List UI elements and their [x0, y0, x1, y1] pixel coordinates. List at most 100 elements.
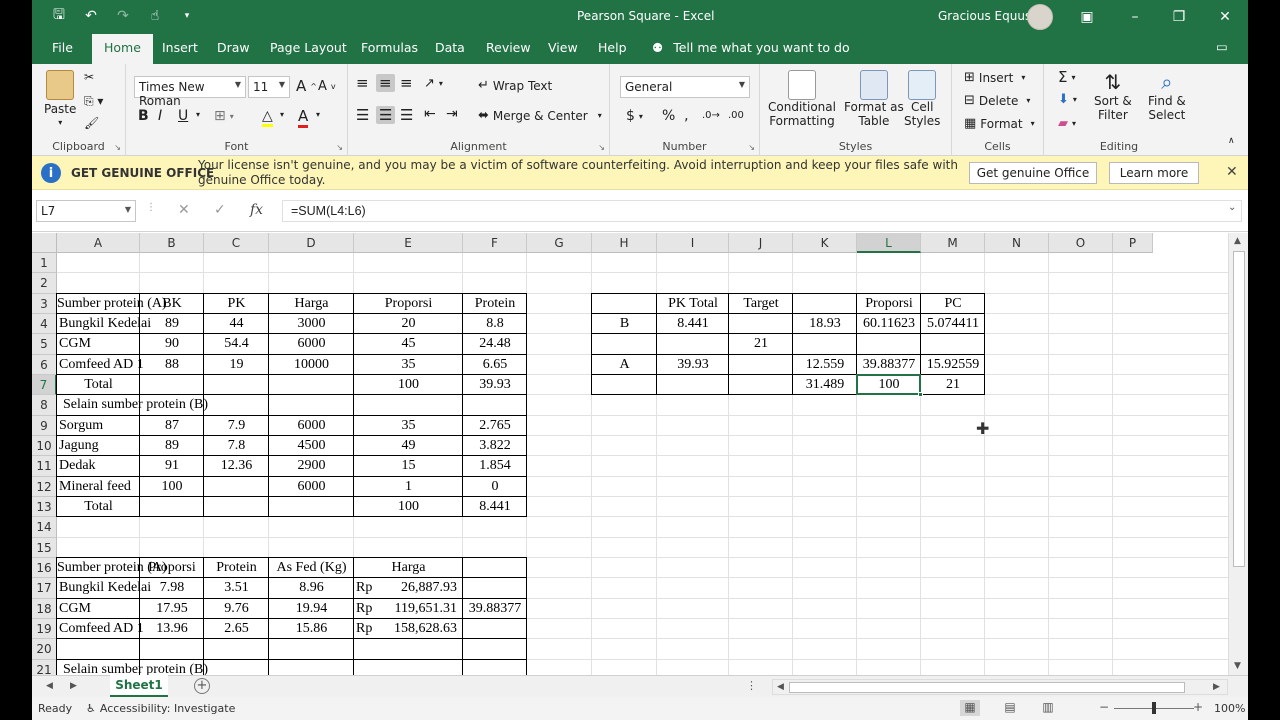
row-header-6[interactable]: 6 — [32, 354, 57, 375]
scroll-up-icon[interactable]: ▲ — [1234, 236, 1241, 246]
cell-h6[interactable]: A — [592, 356, 657, 376]
cell-f4[interactable]: 8.8 — [463, 315, 527, 335]
tab-split-handle-icon[interactable]: ⋮ — [746, 679, 757, 692]
cell-d18[interactable]: 19.94 — [269, 600, 354, 620]
cell-b4[interactable]: 89 — [140, 315, 204, 335]
cell-c5[interactable]: 54.4 — [204, 335, 269, 355]
cell-a3[interactable]: Sumber protein (A) — [57, 295, 167, 315]
cell-f18[interactable]: 39.88377 — [463, 600, 527, 620]
underline-button[interactable]: U — [178, 108, 188, 124]
accessibility-status[interactable]: ♿ Accessibility: Investigate — [86, 702, 235, 715]
learn-more-button[interactable]: Learn more — [1109, 162, 1199, 184]
column-header-h[interactable]: H — [592, 233, 657, 253]
cell-c16[interactable]: Protein — [204, 559, 269, 579]
cell-e3[interactable]: Proporsi — [354, 295, 463, 315]
row-header-18[interactable]: 18 — [32, 598, 57, 619]
merge-center-button[interactable]: ⬌ Merge & Center ▾ — [478, 108, 602, 123]
row-header-4[interactable]: 4 — [32, 313, 57, 335]
conditional-formatting-button[interactable]: Conditional Formatting — [768, 70, 836, 128]
format-cells-button[interactable]: ▦ Format ▾ — [964, 116, 1035, 131]
fill-color-dropdown-icon[interactable]: ▾ — [280, 110, 284, 119]
row-header-5[interactable]: 5 — [32, 334, 57, 355]
prev-sheet-icon[interactable]: ◀ — [46, 681, 53, 691]
tab-file[interactable]: File — [52, 40, 73, 55]
cell-e4[interactable]: 20 — [354, 315, 463, 335]
column-header-e[interactable]: E — [354, 233, 463, 253]
cell-b11[interactable]: 91 — [140, 457, 204, 477]
column-header-l[interactable]: L — [857, 233, 921, 253]
fill-icon[interactable]: ⬇ ▾ — [1058, 92, 1077, 107]
bold-button[interactable]: B — [138, 108, 149, 124]
font-name-combo[interactable]: Times New Roman ▼ — [134, 76, 246, 108]
cell-c17[interactable]: 3.51 — [204, 579, 269, 599]
cell-a8[interactable]: Selain sumber protein (B) — [57, 396, 208, 416]
cell-b17[interactable]: 7.98 — [140, 579, 204, 599]
cell-f12[interactable]: 0 — [463, 478, 527, 498]
avatar[interactable] — [1027, 4, 1053, 30]
tab-help[interactable]: Help — [598, 40, 627, 55]
cell-b5[interactable]: 90 — [140, 335, 204, 355]
cell-a5[interactable]: CGM — [57, 335, 140, 355]
normal-view-icon[interactable]: ▦ — [960, 700, 980, 716]
cell-k6[interactable]: 12.559 — [793, 356, 857, 376]
enter-entry-icon[interactable]: ✓ — [214, 202, 226, 218]
next-sheet-icon[interactable]: ▶ — [70, 681, 77, 691]
cell-d16[interactable]: As Fed (Kg) — [269, 559, 354, 579]
column-header-k[interactable]: K — [793, 233, 857, 253]
cell-d11[interactable]: 2900 — [269, 457, 354, 477]
cell-c6[interactable]: 19 — [204, 356, 269, 376]
cell-e6[interactable]: 35 — [354, 356, 463, 376]
paste-button[interactable]: Paste ▾ — [44, 70, 76, 127]
font-size-combo[interactable]: 11 ▼ — [248, 76, 290, 98]
selected-cell-l7[interactable] — [856, 373, 921, 396]
cell-f7[interactable]: 39.93 — [463, 376, 527, 396]
clipboard-launcher-icon[interactable]: ↘ — [114, 143, 121, 152]
cell-l6[interactable]: 39.88377 — [857, 356, 921, 376]
row-header-7[interactable]: 7 — [32, 374, 57, 396]
cell-c9[interactable]: 7.9 — [204, 417, 269, 437]
delete-cells-button[interactable]: ⊟ Delete ▾ — [964, 93, 1030, 108]
cell-a9[interactable]: Sorgum — [57, 417, 140, 437]
cell-c4[interactable]: 44 — [204, 315, 269, 335]
format-as-table-button[interactable]: Format as Table — [844, 70, 904, 128]
cell-a17[interactable]: Bungkil Kedelai — [57, 579, 151, 599]
underline-dropdown-icon[interactable]: ▾ — [196, 110, 200, 119]
scroll-right-icon[interactable]: ▶ — [1213, 682, 1220, 692]
cell-e10[interactable]: 49 — [354, 437, 463, 457]
cell-f3[interactable]: Protein — [463, 295, 527, 315]
insert-cells-button[interactable]: ⊞ Insert ▾ — [964, 70, 1025, 85]
cell-i6[interactable]: 39.93 — [657, 356, 729, 376]
cell-e19[interactable]: 158,628.63 — [354, 620, 457, 640]
cancel-entry-icon[interactable]: ✕ — [178, 202, 190, 218]
row-header-2[interactable]: 2 — [32, 273, 57, 294]
column-header-i[interactable]: I — [657, 233, 729, 253]
clear-icon[interactable]: ▰ ▾ — [1058, 116, 1076, 131]
increase-decimal-icon[interactable]: .0→ — [702, 110, 720, 121]
percent-icon[interactable]: % — [662, 108, 675, 124]
close-icon[interactable]: ✕ — [1214, 6, 1236, 28]
tab-data[interactable]: Data — [435, 40, 465, 55]
cell-a18[interactable]: CGM — [57, 600, 140, 620]
cell-i3[interactable]: PK Total — [657, 295, 729, 315]
cell-b10[interactable]: 89 — [140, 437, 204, 457]
fill-color-icon[interactable]: △ — [262, 108, 273, 127]
sheet-tab-sheet1[interactable]: Sheet1 — [110, 675, 168, 697]
column-header-j[interactable]: J — [729, 233, 793, 253]
column-header-b[interactable]: B — [140, 233, 204, 253]
row-header-3[interactable]: 3 — [32, 293, 57, 314]
cell-d4[interactable]: 3000 — [269, 315, 354, 335]
cell-b18[interactable]: 17.95 — [140, 600, 204, 620]
cell-b6[interactable]: 88 — [140, 356, 204, 376]
tab-insert[interactable]: Insert — [162, 40, 198, 55]
cell-l3[interactable]: Proporsi — [857, 295, 921, 315]
currency-icon[interactable]: $ ▾ — [626, 108, 643, 124]
scroll-left-icon[interactable]: ◀ — [777, 682, 784, 692]
cell-m3[interactable]: PC — [921, 295, 985, 315]
cell-e7[interactable]: 100 — [354, 376, 463, 396]
cell-e11[interactable]: 15 — [354, 457, 463, 477]
cell-d17[interactable]: 8.96 — [269, 579, 354, 599]
tab-page-layout[interactable]: Page Layout — [270, 40, 347, 55]
row-header-13[interactable]: 13 — [32, 496, 57, 518]
column-header-m[interactable]: M — [921, 233, 985, 253]
cell-a6[interactable]: Comfeed AD 1 — [57, 356, 144, 376]
